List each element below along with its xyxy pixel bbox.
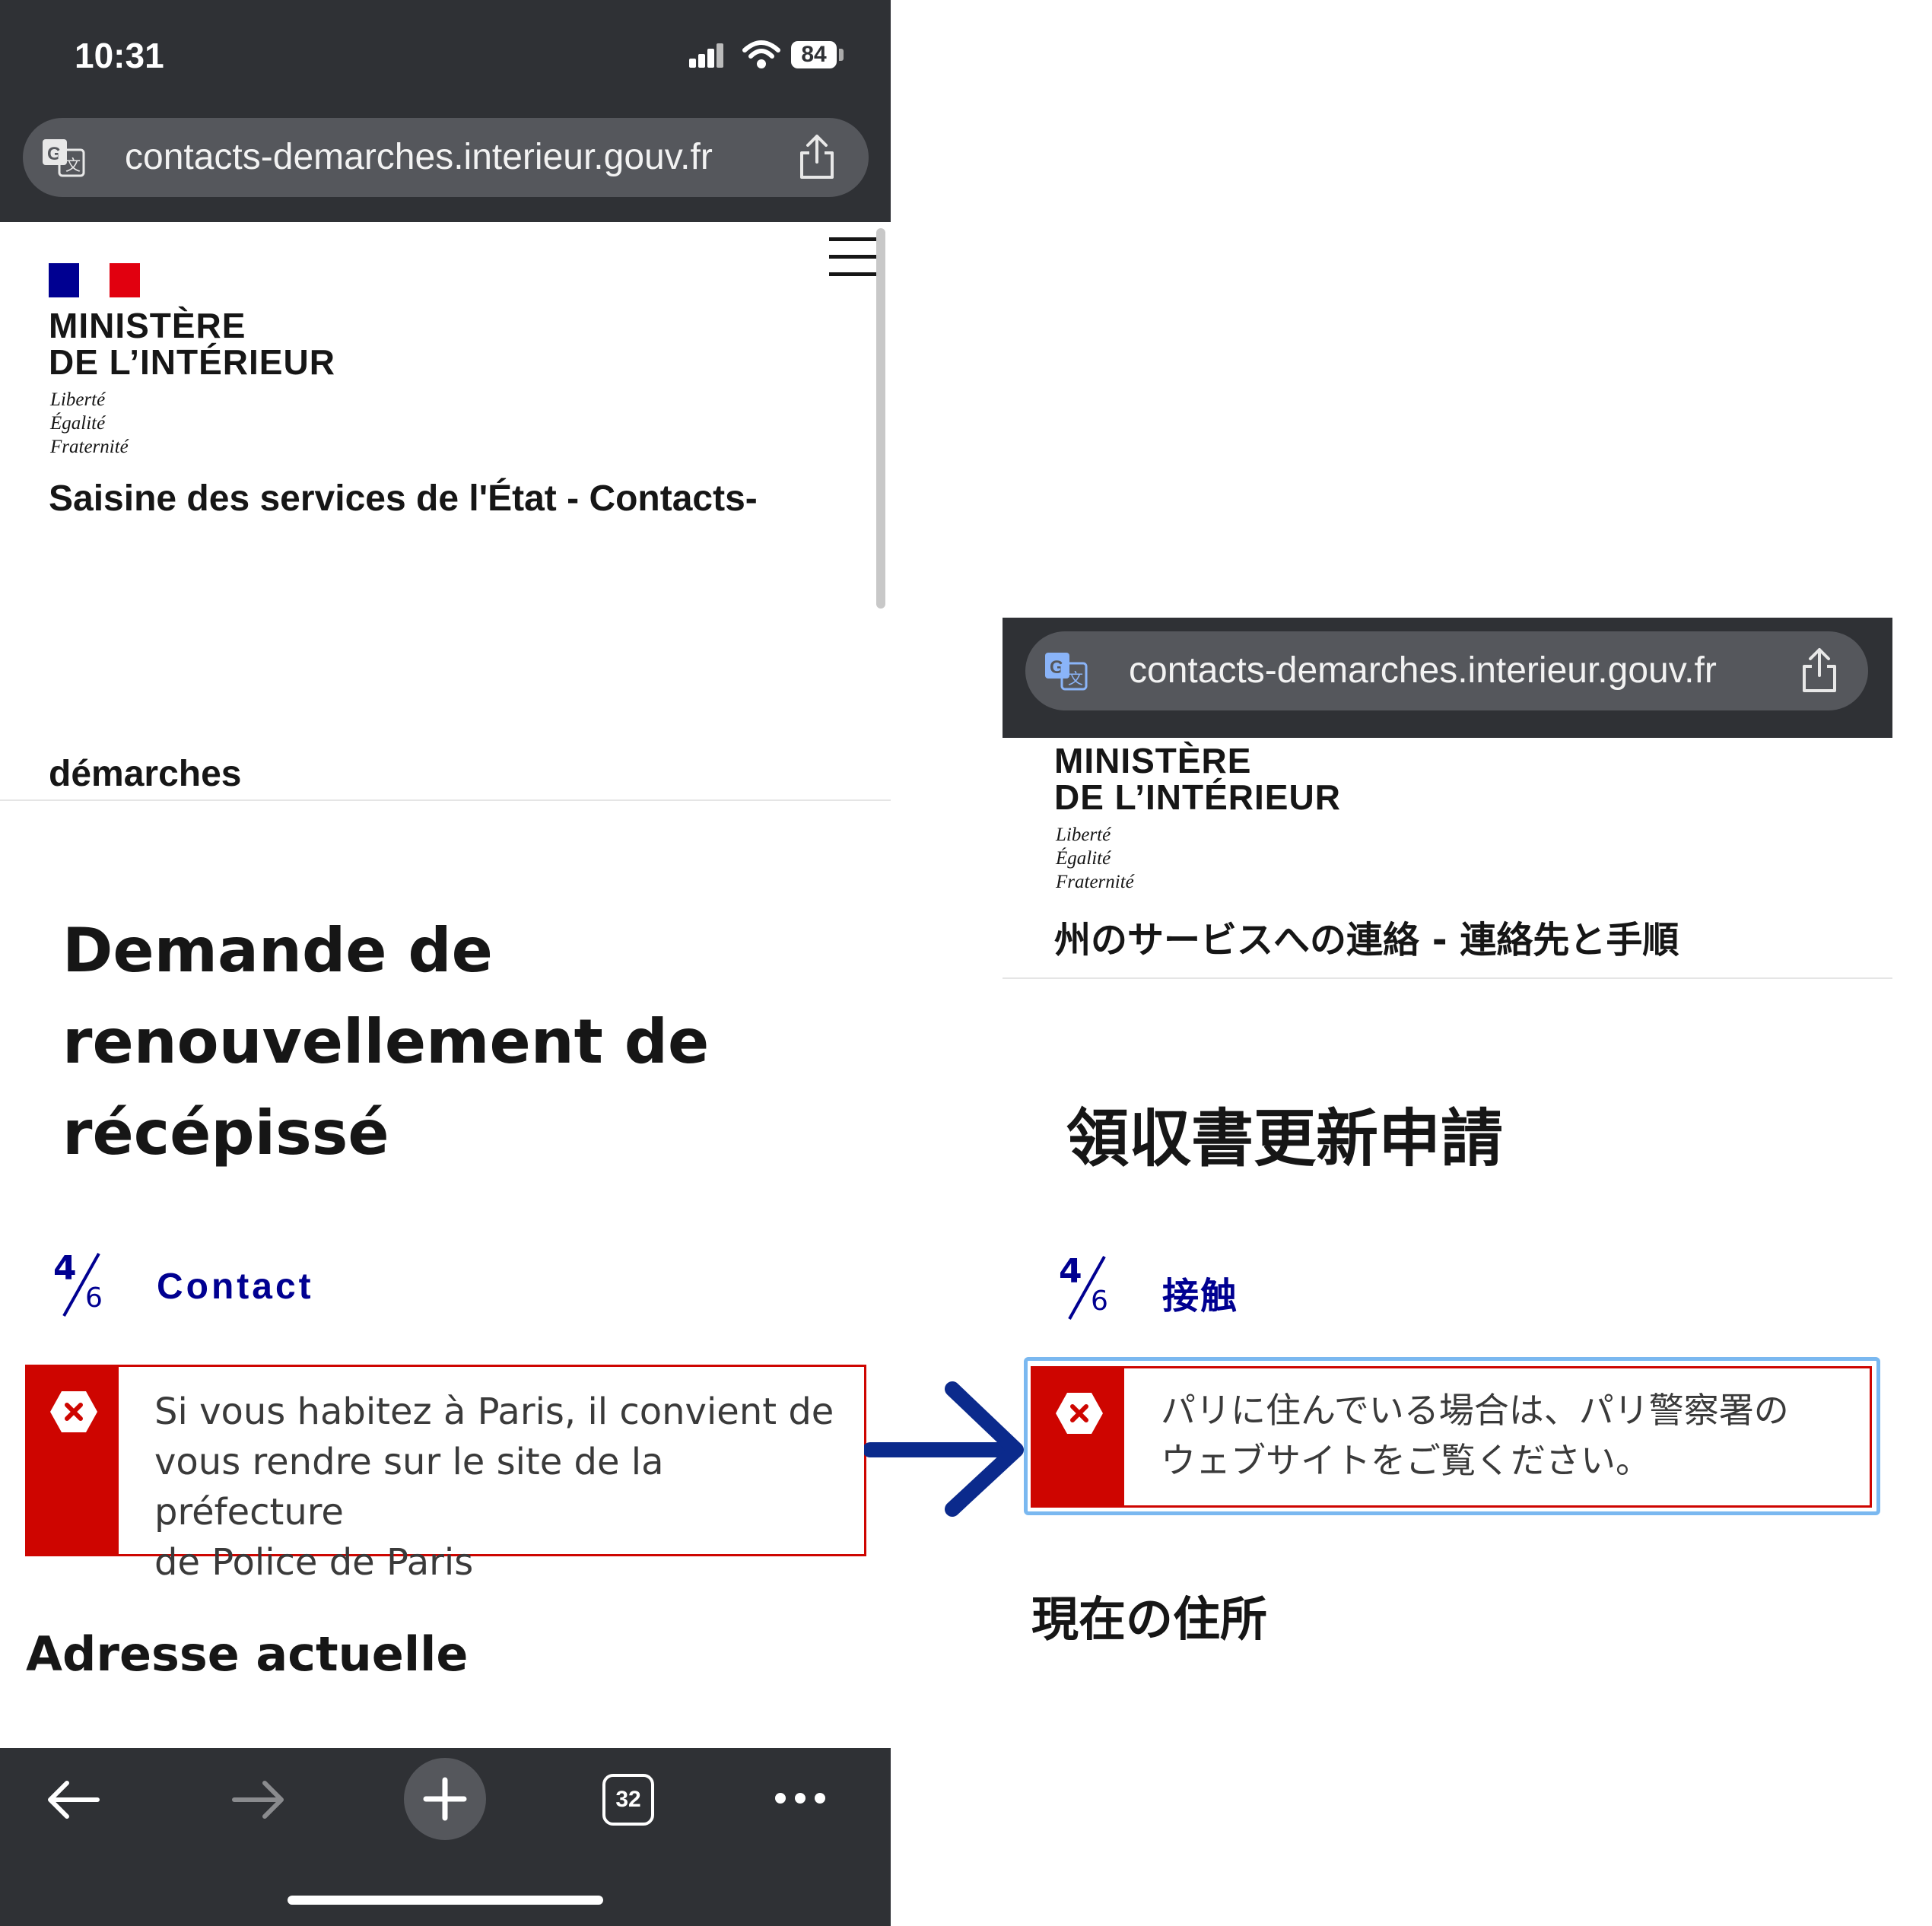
- step-total: 6: [85, 1282, 103, 1314]
- url-text: contacts-demarches.interieur.gouv.fr: [125, 137, 713, 177]
- republic-motto-translated: Liberté Égalité Fraternité: [1056, 823, 1134, 894]
- alert-line2: ウェブサイトをご覧ください。: [1161, 1440, 1651, 1481]
- page-title-line3: récépissé: [62, 1098, 389, 1168]
- alert-side-band: [1033, 1368, 1124, 1505]
- step-indicator-translated: 4 6: [1057, 1252, 1126, 1322]
- step-title: Contact: [157, 1267, 314, 1307]
- error-icon: [50, 1391, 97, 1432]
- ministry-line1: MINISTÈRE: [49, 306, 246, 345]
- url-text: contacts-demarches.interieur.gouv.fr: [1129, 650, 1717, 691]
- ministry-name: MINISTÈRE DE L’INTÉRIEUR: [49, 307, 335, 380]
- address-bar-translated[interactable]: G 文 contacts-demarches.interieur.gouv.fr: [1025, 631, 1868, 710]
- new-tab-plus-icon[interactable]: [403, 1757, 487, 1841]
- motto-liberte: Liberté: [1056, 825, 1111, 845]
- menu-icon[interactable]: [829, 234, 879, 280]
- scrollbar[interactable]: [876, 228, 885, 609]
- tab-switcher-button[interactable]: 32: [602, 1774, 654, 1826]
- alert-line3: de Police de Paris: [154, 1541, 474, 1584]
- home-indicator: [288, 1896, 603, 1905]
- motto-fraternite: Fraternité: [50, 437, 129, 457]
- step-indicator: 4 6: [52, 1249, 120, 1319]
- section-heading: Adresse actuelle: [26, 1626, 469, 1682]
- page-title-line1: Demande de: [62, 915, 493, 986]
- ministry-line2: DE L’INTÉRIEUR: [49, 342, 335, 382]
- motto-liberte: Liberté: [50, 389, 106, 410]
- page-title-line2: renouvellement de: [62, 1006, 710, 1077]
- more-icon[interactable]: [773, 1791, 828, 1806]
- step-title-translated: 接触: [1162, 1275, 1239, 1317]
- annotation-arrow-icon: [864, 1381, 1024, 1517]
- alert-line1: Si vous habitez à Paris, il convient de: [154, 1390, 834, 1433]
- back-arrow-icon[interactable]: [46, 1778, 100, 1821]
- alert-message-translated: パリに住んでいる場合は、パリ警察署の ウェブサイトをご覧ください。: [1161, 1385, 1789, 1486]
- ministry-name-translated: MINISTÈRE DE L’INTÉRIEUR: [1054, 742, 1341, 815]
- signal-icon: [689, 42, 723, 68]
- forward-arrow-icon[interactable]: [231, 1778, 286, 1821]
- page-title-translated: 領収書更新申請: [1066, 1103, 1504, 1175]
- republic-motto: Liberté Égalité Fraternité: [50, 388, 129, 459]
- header-divider: [1003, 977, 1892, 979]
- wifi-icon: [742, 40, 780, 68]
- alert-line2: vous rendre sur le site de la préfecture: [154, 1441, 664, 1533]
- alert-line1: パリに住んでいる場合は、パリ警察署の: [1161, 1390, 1789, 1431]
- motto-fraternite: Fraternité: [1056, 872, 1134, 892]
- section-heading-translated: 現在の住所: [1031, 1591, 1268, 1647]
- alert-side-band: [27, 1367, 119, 1554]
- error-alert: Si vous habitez à Paris, il convient de …: [25, 1365, 866, 1584]
- svg-text:文: 文: [65, 156, 81, 174]
- share-icon[interactable]: [1800, 647, 1839, 694]
- ministry-line1: MINISTÈRE: [1054, 741, 1252, 780]
- translate-icon[interactable]: G 文: [41, 138, 85, 177]
- battery-tip: [839, 49, 844, 61]
- address-bar[interactable]: G 文 contacts-demarches.interieur.gouv.fr: [23, 118, 869, 197]
- status-time: 10:31: [75, 36, 164, 75]
- service-name-line2[interactable]: démarches: [49, 753, 241, 795]
- service-name-translated[interactable]: 州のサービスへの連絡 - 連絡先と手順: [1054, 910, 1679, 963]
- svg-text:文: 文: [1068, 669, 1083, 688]
- share-icon[interactable]: [797, 133, 837, 180]
- header-divider: [0, 799, 891, 801]
- translate-icon[interactable]: G 文: [1044, 651, 1088, 691]
- french-flag-logo: [49, 263, 140, 297]
- motto-egalite: Égalité: [50, 413, 106, 434]
- battery-indicator: 84: [791, 41, 837, 68]
- step-total: 6: [1091, 1286, 1108, 1317]
- error-alert-translated: パリに住んでいる場合は、パリ警察署の ウェブサイトをご覧ください。: [1031, 1366, 1872, 1508]
- alert-message: Si vous habitez à Paris, il convient de …: [154, 1387, 864, 1588]
- error-icon: [1056, 1393, 1103, 1434]
- ministry-line2: DE L’INTÉRIEUR: [1054, 777, 1341, 817]
- page-title: Demande de renouvellement de récépissé: [62, 905, 709, 1179]
- service-name-line1[interactable]: Saisine des services de l'État - Contact…: [49, 478, 758, 520]
- motto-egalite: Égalité: [1056, 848, 1111, 869]
